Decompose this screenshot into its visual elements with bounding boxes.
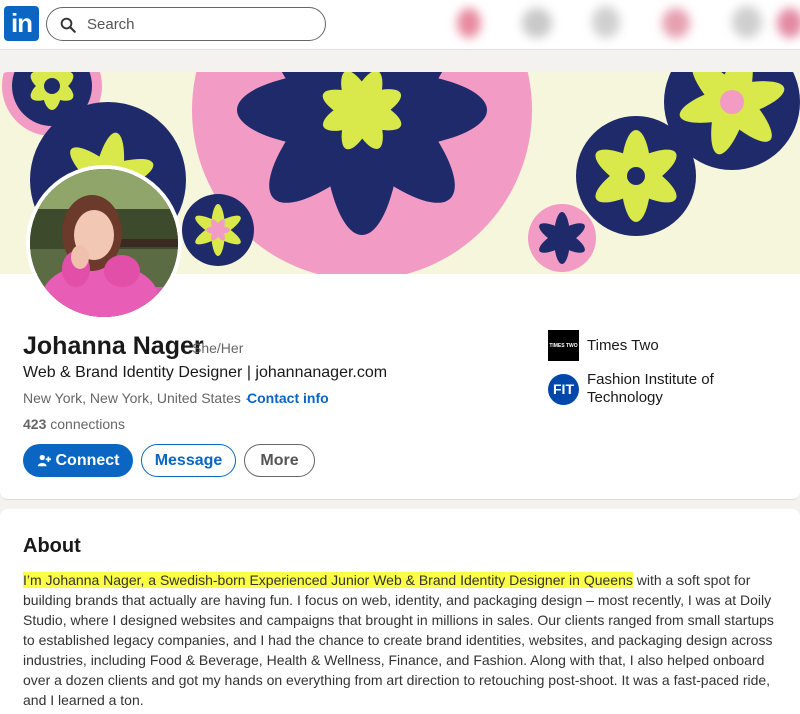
search-input[interactable]: [87, 14, 307, 34]
profile-headline: Web & Brand Identity Designer | johannan…: [23, 364, 388, 381]
profile-avatar[interactable]: [26, 165, 182, 321]
org-name: Fashion Institute of Technology: [587, 371, 714, 406]
profile-photo: [30, 169, 178, 317]
message-button[interactable]: Message: [141, 444, 236, 477]
times-two-logo: TIMES TWO: [548, 330, 579, 361]
profile-card: Johanna Nager She/Her Web & Brand Identi…: [0, 72, 800, 500]
connections-label: connections: [46, 416, 125, 432]
about-body: with a soft spot for building brands tha…: [23, 572, 774, 708]
about-title: About: [23, 535, 81, 557]
about-card: About I’m Johanna Nager, a Swedish-born …: [0, 509, 800, 714]
about-text: I’m Johanna Nager, a Swedish-born Experi…: [23, 570, 783, 710]
top-nav: in: [0, 0, 800, 50]
more-button[interactable]: More: [244, 444, 315, 477]
connections-number: 423: [23, 416, 47, 432]
highlighted-text: I’m Johanna Nager, a Swedish-born Experi…: [23, 572, 633, 588]
connect-button[interactable]: Connect: [23, 444, 133, 477]
fit-logo: FIT: [548, 373, 579, 405]
connections-count[interactable]: 423 connections: [23, 416, 125, 432]
profile-name: Johanna Nager: [23, 332, 204, 360]
search-icon: [60, 17, 76, 33]
search-box[interactable]: [46, 7, 326, 41]
org-fit[interactable]: FIT Fashion Institute of Technology: [548, 371, 737, 407]
profile-location: New York, New York, United States ·: [23, 390, 250, 406]
connect-label: Connect: [55, 451, 120, 469]
add-person-icon: [37, 454, 51, 466]
linkedin-logo[interactable]: in: [4, 6, 39, 41]
org-times-two[interactable]: TIMES TWO Times Two: [548, 330, 737, 361]
org-name: Times Two: [587, 336, 659, 354]
contact-info-link[interactable]: Contact info: [247, 390, 329, 406]
nav-icons-blurred: [442, 0, 800, 50]
profile-pronouns: She/Her: [192, 340, 244, 356]
